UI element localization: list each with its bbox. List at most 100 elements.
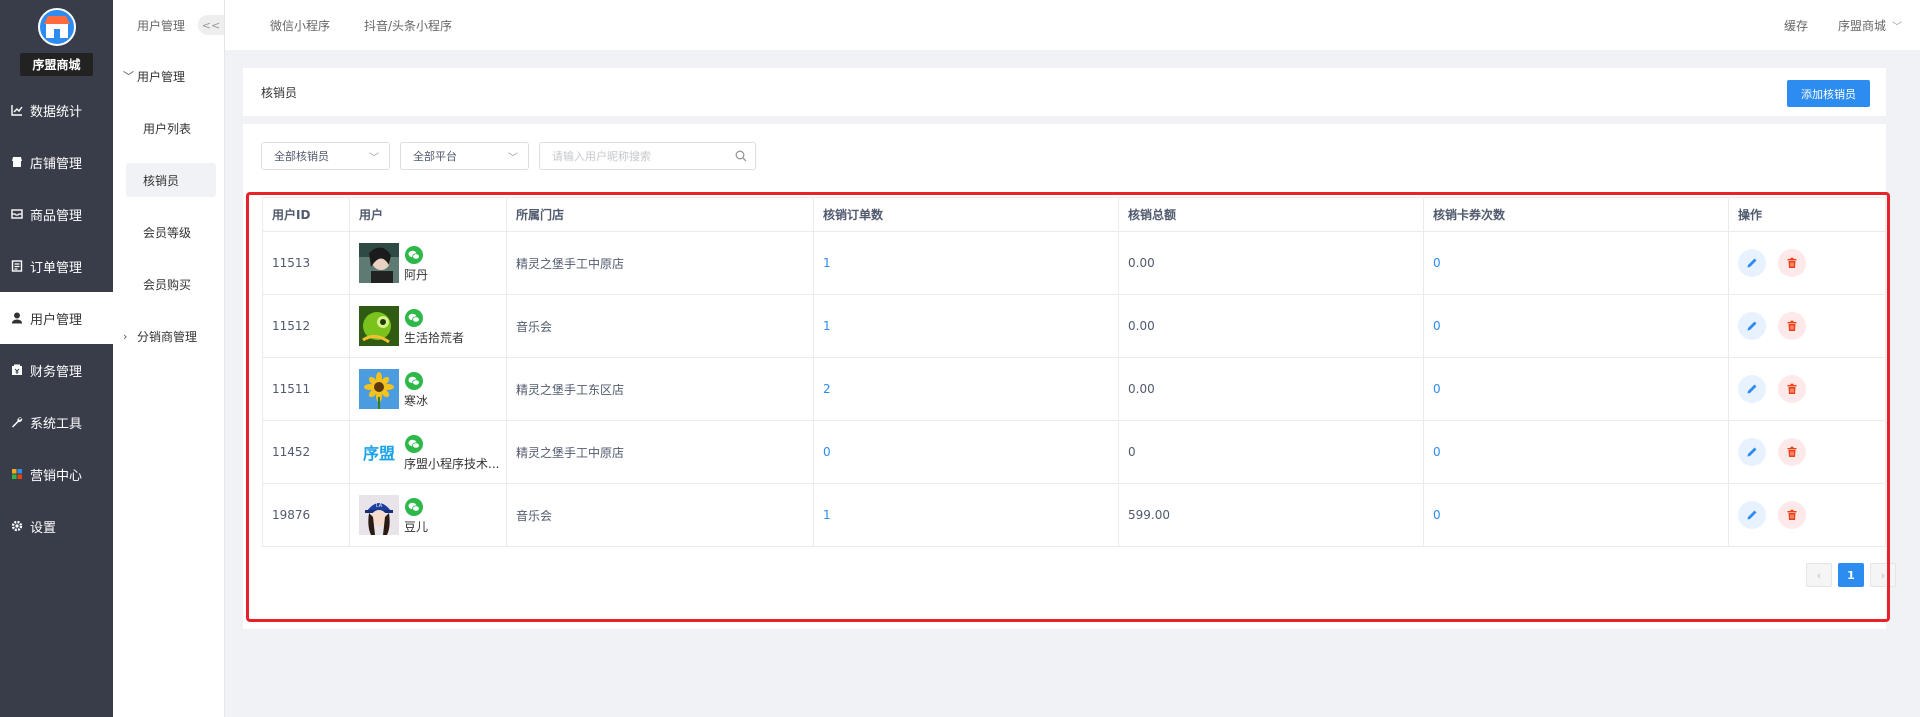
orders-count-link[interactable]: 2 xyxy=(823,382,831,396)
shop-logo-icon xyxy=(43,16,70,38)
nav-item-tools[interactable]: 系统工具 xyxy=(0,396,113,448)
nav-label: 系统工具 xyxy=(30,416,83,432)
chevron-down-icon[interactable]: ﹀ xyxy=(1892,18,1902,33)
nav-item-goods[interactable]: 商品管理 xyxy=(0,188,113,240)
edit-button[interactable] xyxy=(1738,438,1766,466)
sub-group-distribution[interactable]: › 分销商管理 xyxy=(113,310,224,362)
edit-button[interactable] xyxy=(1738,249,1766,277)
orders-count-link[interactable]: 0 xyxy=(823,445,831,459)
table-row: 19876 LA 豆儿 音乐会 1 599.00 0 xyxy=(262,483,1886,547)
delete-button[interactable] xyxy=(1778,438,1806,466)
sub-item-member-level[interactable]: 会员等级 xyxy=(113,206,224,258)
wallet-icon xyxy=(10,363,24,377)
verifier-select[interactable]: 全部核销员 ﹀ xyxy=(261,142,390,170)
user-cell: LA 豆儿 xyxy=(349,483,507,547)
add-verifier-button[interactable]: 添加核销员 xyxy=(1787,80,1870,107)
orders-cell: 1 xyxy=(813,483,1119,547)
filter-bar: 全部核销员 ﹀ 全部平台 ﹀ xyxy=(261,142,756,170)
tab-douyin-miniprogram[interactable]: 抖音/头条小程序 xyxy=(364,17,452,34)
top-right-area: 缓存 序盟商城 ﹀ xyxy=(1784,0,1902,50)
pagination: ‹ 1 › xyxy=(1800,563,1896,587)
prev-page-button[interactable]: ‹ xyxy=(1806,563,1832,587)
sub-item-verifiers[interactable]: 核销员 xyxy=(113,154,224,206)
nav-item-marketing[interactable]: 营销中心 xyxy=(0,448,113,500)
store-name: 序盟商城 xyxy=(20,53,93,76)
coupons-cell: 0 xyxy=(1423,294,1729,358)
page-number-button[interactable]: 1 xyxy=(1838,563,1864,587)
edit-button[interactable] xyxy=(1738,501,1766,529)
chevron-down-icon: ﹀ xyxy=(369,153,379,164)
user-id-cell: 11512 xyxy=(262,294,350,358)
main-sidebar: 序盟商城 数据统计 店铺管理 商品管理 订单管理 用户管理 财务管理 系统工具 … xyxy=(0,0,113,717)
nav-item-shop[interactable]: 店铺管理 xyxy=(0,136,113,188)
nav-item-orders[interactable]: 订单管理 xyxy=(0,240,113,292)
column-header: 用户ID xyxy=(262,197,350,232)
nav-item-settings[interactable]: 设置 xyxy=(0,500,113,552)
coupons-count-link[interactable]: 0 xyxy=(1433,382,1441,396)
actions-cell xyxy=(1728,357,1886,421)
trash-icon xyxy=(1787,257,1797,268)
next-page-button[interactable]: › xyxy=(1870,563,1896,587)
table-row: 11512 生活拾荒者 音乐会 1 0.00 0 xyxy=(262,294,1886,358)
edit-button[interactable] xyxy=(1738,312,1766,340)
coupons-count-link[interactable]: 0 xyxy=(1433,319,1441,333)
sub-item-member-purchase[interactable]: 会员购买 xyxy=(113,258,224,310)
coupons-count-link[interactable]: 0 xyxy=(1433,445,1441,459)
user-id-cell: 11452 xyxy=(262,420,350,484)
platform-select[interactable]: 全部平台 ﹀ xyxy=(400,142,529,170)
delete-button[interactable] xyxy=(1778,312,1806,340)
cache-button[interactable]: 缓存 xyxy=(1784,17,1808,34)
table-row: 11513 阿丹 精灵之堡手工中原店 1 0.00 0 xyxy=(262,231,1886,295)
wechat-icon xyxy=(405,246,423,264)
search-input[interactable] xyxy=(540,143,720,169)
account-menu[interactable]: 序盟商城 xyxy=(1838,17,1886,34)
delete-button[interactable] xyxy=(1778,249,1806,277)
total-cell: 0.00 xyxy=(1118,294,1424,358)
sub-sidebar-header: 用户管理 << xyxy=(113,0,224,50)
delete-button[interactable] xyxy=(1778,501,1806,529)
store-cell: 音乐会 xyxy=(506,294,814,358)
actions-cell xyxy=(1728,420,1886,484)
sub-item-user-list[interactable]: 用户列表 xyxy=(113,102,224,154)
nav-label: 用户管理 xyxy=(30,312,83,328)
chevron-right-icon: › xyxy=(123,329,128,343)
orders-count-link[interactable]: 1 xyxy=(823,256,831,270)
chevron-down-icon: ﹀ xyxy=(508,153,518,164)
user-id-cell: 19876 xyxy=(262,483,350,547)
tab-wechat-miniprogram[interactable]: 微信小程序 xyxy=(270,17,330,34)
sub-item-label: 会员等级 xyxy=(143,225,192,240)
search-icon[interactable] xyxy=(735,150,747,165)
trash-icon xyxy=(1787,446,1797,457)
avatar-logo-text: 序盟 xyxy=(362,444,395,463)
user-name: 寒冰 xyxy=(404,394,429,408)
sub-group-user-management[interactable]: ﹀ 用户管理 xyxy=(113,50,224,102)
collapse-sidebar-button[interactable]: << xyxy=(198,15,224,35)
user-name: 序盟小程序技术... xyxy=(404,457,500,471)
delete-button[interactable] xyxy=(1778,375,1806,403)
orders-count-link[interactable]: 1 xyxy=(823,319,831,333)
order-list-icon xyxy=(10,259,24,273)
green-chameleon-avatar xyxy=(359,306,399,346)
verifier-select-value: 全部核销员 xyxy=(274,150,329,163)
nav-label: 数据统计 xyxy=(30,104,83,120)
store-logo[interactable] xyxy=(37,8,76,46)
edit-button[interactable] xyxy=(1738,375,1766,403)
xumeng-logo-avatar: 序盟 xyxy=(359,432,399,472)
search-box xyxy=(539,142,756,170)
sub-item-label: 用户列表 xyxy=(143,121,192,136)
table-row: 11511 寒冰 精灵之堡手工东区店 2 0.00 0 xyxy=(262,357,1886,421)
user-id-cell: 11513 xyxy=(262,231,350,295)
orders-count-link[interactable]: 1 xyxy=(823,508,831,522)
nav-label: 设置 xyxy=(30,520,57,536)
nav-item-finance[interactable]: 财务管理 xyxy=(0,344,113,396)
chart-line-icon xyxy=(10,103,24,117)
store-cell: 精灵之堡手工中原店 xyxy=(506,231,814,295)
coupons-count-link[interactable]: 0 xyxy=(1433,508,1441,522)
nav-item-users[interactable]: 用户管理 xyxy=(0,292,113,344)
nav-item-data-stats[interactable]: 数据统计 xyxy=(0,84,113,136)
user-name: 豆儿 xyxy=(404,520,429,534)
wrench-icon xyxy=(10,415,24,429)
pencil-icon xyxy=(1747,258,1757,268)
coupons-count-link[interactable]: 0 xyxy=(1433,256,1441,270)
actions-cell xyxy=(1728,483,1886,547)
